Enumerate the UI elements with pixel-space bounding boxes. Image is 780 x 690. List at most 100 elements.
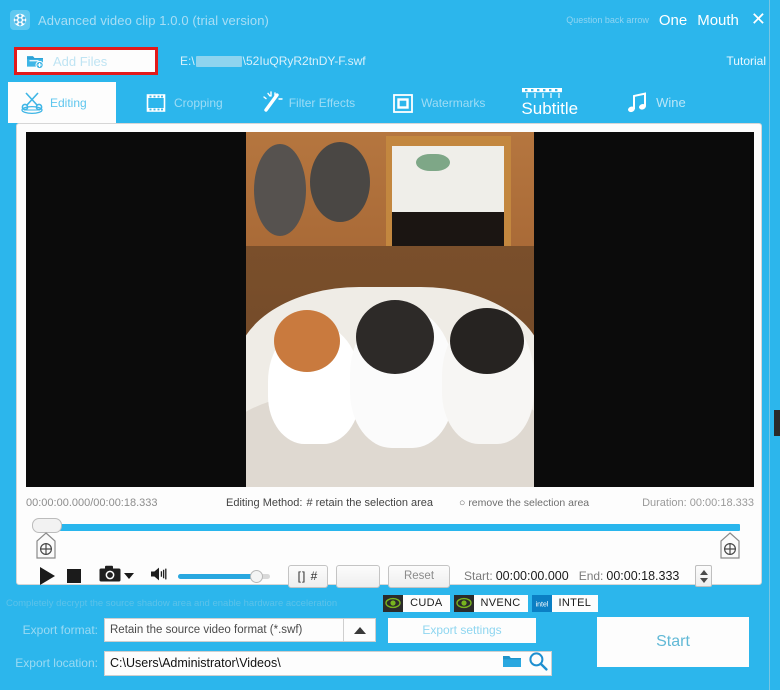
file-path-prefix: E:\ bbox=[180, 54, 195, 68]
volume-control[interactable] bbox=[150, 566, 270, 587]
titlebar-item-mouth[interactable]: Mouth bbox=[697, 12, 739, 29]
badge-nvenc[interactable]: NVENC bbox=[453, 594, 528, 612]
export-format-label: Export format: bbox=[22, 623, 98, 637]
tab-wine[interactable]: Wine bbox=[614, 82, 696, 123]
volume-slider-knob[interactable] bbox=[250, 569, 263, 583]
video-preview[interactable] bbox=[26, 132, 754, 487]
player-controls: [] # Reset Start: 00:00:00.000 End: 00:0… bbox=[26, 558, 754, 594]
tab-subtitle-label: Subtitle bbox=[521, 98, 579, 118]
badge-intel-label: INTEL bbox=[551, 594, 599, 612]
tab-watermarks[interactable]: Watermarks bbox=[379, 82, 495, 123]
volume-slider-fill bbox=[178, 573, 256, 579]
tab-cropping[interactable]: Cropping bbox=[132, 82, 233, 123]
magnifier-icon[interactable] bbox=[528, 651, 548, 676]
titlebar-item-one[interactable]: One bbox=[659, 12, 687, 29]
trim-end-handle[interactable] bbox=[718, 532, 742, 560]
redacted-path-segment bbox=[195, 55, 242, 67]
speaker-icon[interactable] bbox=[150, 566, 170, 587]
snapshot-control[interactable] bbox=[99, 565, 134, 587]
timeline-duration: Duration: 00:00:18.333 bbox=[642, 497, 754, 509]
remove-option[interactable]: ○ remove the selection area bbox=[459, 497, 589, 509]
tab-bar: Editing Cropping Filter Effects Watermar… bbox=[0, 82, 780, 123]
film-strip-icon bbox=[142, 90, 170, 116]
svg-text:intel: intel bbox=[535, 601, 548, 608]
nvidia-eye-icon bbox=[453, 594, 474, 612]
tab-filter-effects-label: Filter Effects bbox=[288, 95, 356, 110]
add-files-button[interactable]: Add Files bbox=[17, 50, 155, 72]
export-location-actions bbox=[502, 651, 548, 676]
timeline-position: 00:00:00.000/00:00:18.333 bbox=[26, 497, 158, 509]
trim-slider[interactable] bbox=[26, 514, 754, 560]
trim-slider-thumb[interactable] bbox=[32, 518, 62, 533]
folder-icon[interactable] bbox=[502, 653, 522, 674]
question-back-arrow-hint: Question back arrow bbox=[566, 15, 649, 25]
tab-editing[interactable]: Editing bbox=[8, 82, 116, 123]
add-files-highlight: Add Files bbox=[14, 47, 158, 75]
end-time-label: End: bbox=[578, 569, 604, 583]
add-folder-icon bbox=[26, 53, 44, 70]
badge-cuda[interactable]: CUDA bbox=[383, 594, 450, 612]
caret-up-icon bbox=[353, 626, 366, 634]
remove-marker: ○ bbox=[459, 497, 466, 509]
add-files-label: Add Files bbox=[53, 53, 108, 69]
title-bar: Advanced video clip 1.0.0 (trial version… bbox=[0, 0, 780, 40]
editor-panel: 00:00:00.000/00:00:18.333 Editing Method… bbox=[16, 123, 762, 588]
badge-cuda-label: CUDA bbox=[403, 594, 450, 612]
end-time-value[interactable]: 00:00:18.333 bbox=[606, 569, 679, 583]
export-format-select[interactable]: Retain the source video format (*.swf) bbox=[104, 618, 344, 642]
export-location-label: Export location: bbox=[15, 656, 98, 670]
timeline-info-row: 00:00:00.000/00:00:18.333 Editing Method… bbox=[26, 494, 754, 512]
video-subject-cat-1-head bbox=[274, 310, 340, 372]
film-reel-icon bbox=[10, 10, 30, 30]
title-bar-actions: Question back arrow One Mouth ✕ bbox=[566, 10, 780, 30]
intel-logo-icon: intel bbox=[531, 594, 552, 612]
subtitle-bar-icon bbox=[521, 87, 565, 99]
video-bg-shape-a bbox=[254, 144, 306, 236]
tab-cropping-label: Cropping bbox=[174, 95, 223, 110]
trim-start-handle[interactable] bbox=[34, 532, 58, 560]
spinner-down-icon[interactable] bbox=[699, 577, 708, 583]
background-window-sliver bbox=[774, 410, 780, 436]
hardware-acceleration-note: Completely decrypt the source shadow are… bbox=[6, 597, 338, 609]
mark-selection-button[interactable]: [] # bbox=[288, 564, 328, 588]
video-bg-shelf-bed bbox=[392, 146, 504, 212]
stop-icon[interactable] bbox=[67, 569, 81, 583]
tab-filter-effects[interactable]: Filter Effects bbox=[247, 82, 365, 123]
square-frame-icon bbox=[389, 90, 417, 116]
tab-subtitle[interactable]: Subtitle bbox=[511, 82, 588, 123]
retain-option[interactable]: # retain the selection area bbox=[306, 497, 433, 509]
export-settings-button[interactable]: Export settings bbox=[388, 617, 536, 643]
trim-slider-track[interactable] bbox=[40, 524, 740, 531]
video-bg-shelf-shadow bbox=[392, 212, 504, 246]
selection-time-fields: Start: 00:00:00.000 End: 00:00:18.333 bbox=[464, 565, 713, 587]
secondary-blank-button[interactable] bbox=[336, 564, 380, 588]
spinner-up-down-icon[interactable] bbox=[695, 565, 713, 587]
spinner-up-icon[interactable] bbox=[699, 569, 708, 575]
add-files-row: Add Files E:\ \52IuQRyR2tnDY-F.swf Tutor… bbox=[0, 40, 780, 82]
retain-label: retain the selection area bbox=[315, 497, 434, 509]
file-path-suffix: \52IuQRyR2tnDY-F.swf bbox=[242, 54, 366, 68]
magic-wand-icon bbox=[257, 90, 285, 116]
start-time-label: Start: bbox=[464, 569, 493, 583]
badge-nvenc-label: NVENC bbox=[473, 594, 528, 612]
camera-icon[interactable] bbox=[99, 565, 121, 587]
export-format-dropdown-button[interactable] bbox=[344, 618, 376, 642]
video-frame bbox=[246, 132, 534, 487]
video-subject-cat-3-head bbox=[450, 308, 524, 374]
tutorial-link[interactable]: Tutorial bbox=[726, 54, 780, 68]
retain-marker: # bbox=[306, 497, 313, 509]
export-location-input[interactable]: C:\Users\Administrator\Videos\ bbox=[104, 650, 552, 676]
volume-slider[interactable] bbox=[178, 569, 270, 583]
application-window: Advanced video clip 1.0.0 (trial version… bbox=[0, 0, 780, 690]
start-time-value[interactable]: 00:00:00.000 bbox=[496, 569, 569, 583]
start-button[interactable]: Start bbox=[597, 617, 749, 667]
play-icon[interactable] bbox=[40, 567, 55, 585]
editing-method-label: Editing Method: bbox=[226, 497, 303, 509]
acceleration-badges: CUDA NVENC intel INTEL bbox=[383, 594, 599, 612]
caret-down-icon[interactable] bbox=[124, 573, 134, 579]
video-bg-shape-b bbox=[310, 142, 370, 222]
reset-button[interactable]: Reset bbox=[388, 564, 450, 588]
badge-intel[interactable]: intel INTEL bbox=[531, 594, 599, 612]
tab-wine-label: Wine bbox=[656, 95, 686, 110]
close-icon[interactable]: ✕ bbox=[749, 10, 768, 30]
